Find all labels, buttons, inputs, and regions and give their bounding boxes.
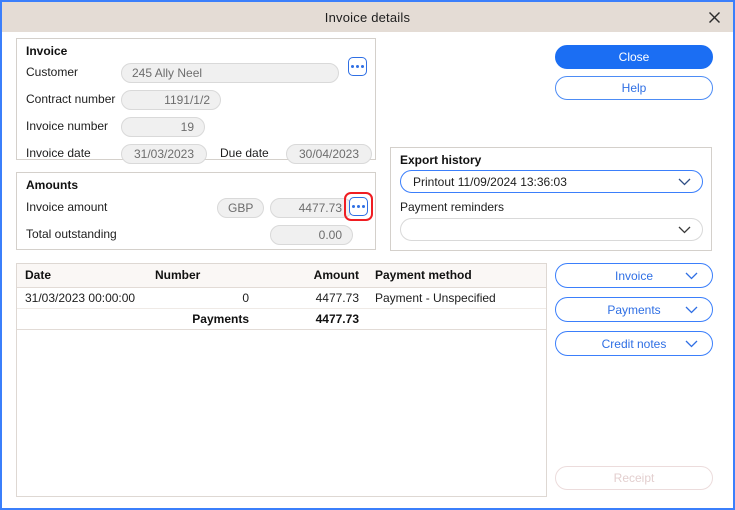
customer-picker-ellipsis-button[interactable] <box>348 57 367 76</box>
chevron-down-icon <box>685 337 698 351</box>
export-history-dropdown[interactable]: Printout 11/09/2024 13:36:03 <box>400 170 703 193</box>
chevron-down-icon <box>685 269 698 283</box>
invoice-number-label: Invoice number <box>26 119 108 133</box>
payments-table-panel: Date Number Amount Payment method 31/03/… <box>16 263 547 497</box>
total-outstanding-field[interactable]: 0.00 <box>270 225 353 245</box>
cell-payment-method: Payment - Unspecified <box>367 288 546 309</box>
invoice-details-window: Invoice details Invoice Customer 245 All… <box>0 0 735 510</box>
contract-number-field[interactable]: 1191/1/2 <box>121 90 221 110</box>
table-header-row: Date Number Amount Payment method <box>17 264 546 288</box>
currency-field[interactable]: GBP <box>217 198 264 218</box>
payment-reminders-label: Payment reminders <box>400 200 504 214</box>
amount-picker-ellipsis-button[interactable] <box>349 197 368 216</box>
ellipsis-dot <box>362 205 365 208</box>
ellipsis-dot <box>352 205 355 208</box>
export-history-value: Printout 11/09/2024 13:36:03 <box>413 175 567 189</box>
window-title: Invoice details <box>325 10 410 25</box>
invoice-split-button-label: Invoice <box>615 269 653 283</box>
cell-number: 0 <box>147 288 257 309</box>
help-button[interactable]: Help <box>555 76 713 100</box>
invoice-amount-field[interactable]: 4477.73 <box>270 198 353 218</box>
close-x-icon[interactable] <box>703 6 725 28</box>
invoice-amount-label: Invoice amount <box>26 200 107 214</box>
table-row[interactable]: 31/03/2023 00:00:00 0 4477.73 Payment - … <box>17 288 546 309</box>
invoice-date-field[interactable]: 31/03/2023 <box>121 144 207 164</box>
column-header-amount[interactable]: Amount <box>257 264 367 288</box>
chevron-down-icon <box>678 223 691 237</box>
cell-total-label: Payments <box>147 309 257 330</box>
due-date-label: Due date <box>220 146 269 160</box>
invoice-split-button[interactable]: Invoice <box>555 263 713 288</box>
due-date-field[interactable]: 30/04/2023 <box>286 144 372 164</box>
cell-amount: 4477.73 <box>257 288 367 309</box>
cell-date: 31/03/2023 00:00:00 <box>17 288 147 309</box>
amounts-group-title: Amounts <box>26 178 78 192</box>
cell-total-amount: 4477.73 <box>257 309 367 330</box>
cell-empty <box>367 309 546 330</box>
invoice-group: Invoice Customer 245 Ally Neel Contract … <box>16 38 376 160</box>
table-total-row: Payments 4477.73 <box>17 309 546 330</box>
column-header-payment-method[interactable]: Payment method <box>367 264 546 288</box>
contract-number-label: Contract number <box>26 92 115 106</box>
invoice-group-title: Invoice <box>26 44 67 58</box>
customer-label: Customer <box>26 65 78 79</box>
ellipsis-dot <box>356 65 359 68</box>
column-header-date[interactable]: Date <box>17 264 147 288</box>
ellipsis-dot <box>361 65 364 68</box>
payments-split-button[interactable]: Payments <box>555 297 713 322</box>
close-button[interactable]: Close <box>555 45 713 69</box>
cell-empty <box>17 309 147 330</box>
chevron-down-icon <box>685 303 698 317</box>
chevron-down-icon <box>678 175 691 189</box>
payments-split-button-label: Payments <box>607 303 660 317</box>
titlebar: Invoice details <box>2 2 733 32</box>
export-history-title: Export history <box>400 153 481 167</box>
ellipsis-dot <box>357 205 360 208</box>
export-history-group: Export history Printout 11/09/2024 13:36… <box>390 147 712 251</box>
customer-field[interactable]: 245 Ally Neel <box>121 63 339 83</box>
invoice-date-label: Invoice date <box>26 146 91 160</box>
amounts-group: Amounts Invoice amount GBP 4477.73 Total… <box>16 172 376 250</box>
receipt-button: Receipt <box>555 466 713 490</box>
total-outstanding-label: Total outstanding <box>26 227 117 241</box>
credit-notes-split-button-label: Credit notes <box>602 337 667 351</box>
invoice-number-field[interactable]: 19 <box>121 117 205 137</box>
payment-reminders-dropdown[interactable] <box>400 218 703 241</box>
ellipsis-dot <box>351 65 354 68</box>
credit-notes-split-button[interactable]: Credit notes <box>555 331 713 356</box>
payments-table: Date Number Amount Payment method 31/03/… <box>17 264 546 330</box>
column-header-number[interactable]: Number <box>147 264 257 288</box>
